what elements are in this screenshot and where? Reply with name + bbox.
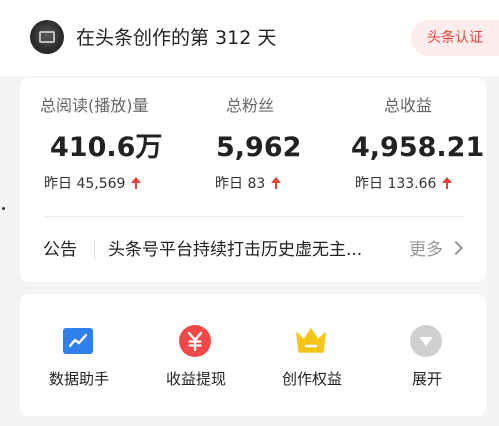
- tool-label: 创作权益: [281, 370, 342, 388]
- stray-dot: [2, 207, 5, 210]
- stat-label-reads: 总阅读(播放)量: [40, 96, 149, 115]
- stat-label-income: 总收益: [384, 96, 433, 115]
- stat-yesterday-fans: 昨日 83: [215, 174, 282, 194]
- tool-data-assistant[interactable]: 数据助手: [34, 316, 124, 398]
- arrow-up-icon: [271, 177, 282, 189]
- tool-income-withdraw[interactable]: 收益提现: [151, 316, 241, 398]
- stat-value-fans[interactable]: 5,962: [216, 131, 301, 165]
- stat-yesterday-income: 昨日 133.66: [355, 174, 453, 194]
- stat-label-fans: 总粉丝: [226, 96, 275, 115]
- expand-icon: [410, 325, 442, 357]
- certification-badge[interactable]: 头条认证: [411, 20, 499, 56]
- stat-yesterday-reads-text: 昨日 45,569: [44, 176, 126, 192]
- stat-yesterday-fans-text: 昨日 83: [215, 176, 266, 192]
- tool-label: 收益提现: [165, 370, 226, 388]
- notice-more-link[interactable]: 更多: [409, 238, 443, 262]
- arrow-up-icon: [131, 177, 142, 189]
- tool-creator-rights[interactable]: 创作权益: [267, 316, 357, 398]
- stat-yesterday-income-text: 昨日 133.66: [355, 176, 437, 192]
- notice-separator: [94, 241, 95, 259]
- yen-icon: [179, 325, 211, 357]
- tool-label: 展开: [411, 370, 442, 388]
- notice-label: 公告: [43, 240, 77, 260]
- crown-icon: [296, 328, 326, 353]
- arrow-up-icon: [442, 177, 453, 189]
- creation-days-title: 在头条创作的第 312 天: [76, 27, 277, 49]
- notice-text[interactable]: 头条号平台持续打击历史虚无主...: [108, 238, 390, 262]
- stat-yesterday-reads: 昨日 45,569: [44, 174, 142, 194]
- header-bar: 在头条创作的第 312 天 头条认证: [0, 0, 499, 76]
- tool-label: 数据助手: [48, 370, 109, 388]
- tool-expand[interactable]: 展开: [382, 316, 472, 398]
- chart-icon: [63, 328, 93, 354]
- stat-value-income[interactable]: 4,958.21: [351, 131, 484, 165]
- avatar[interactable]: [30, 20, 64, 54]
- divider: [44, 216, 464, 217]
- stat-value-reads[interactable]: 410.6万: [50, 131, 162, 165]
